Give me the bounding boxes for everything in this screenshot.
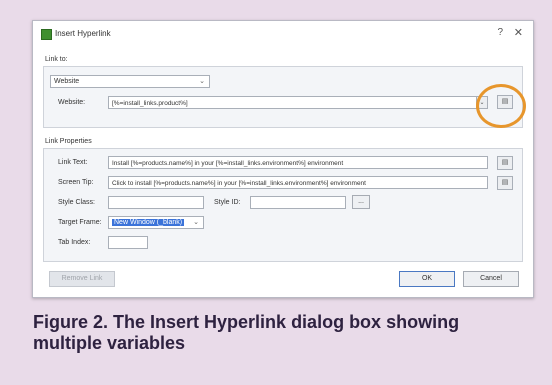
- link-type-select[interactable]: Website ⌄: [50, 75, 210, 88]
- link-type-value: Website: [54, 78, 80, 85]
- tab-index-label: Tab Index:: [58, 239, 91, 246]
- dialog-titlebar: Insert Hyperlink ? ✕: [33, 21, 533, 47]
- website-input[interactable]: [%=install_links.product%]: [108, 96, 488, 109]
- link-text-variable-icon[interactable]: ▤: [497, 156, 513, 170]
- screen-tip-label: Screen Tip:: [58, 179, 94, 186]
- link-properties-group-label: Link Properties: [45, 138, 92, 145]
- link-properties-group: Link Text: Install [%=products.name%] in…: [43, 148, 523, 262]
- close-button[interactable]: ✕: [514, 26, 523, 39]
- chevron-down-icon: ⌄: [199, 78, 205, 85]
- tab-index-input[interactable]: [108, 236, 148, 249]
- target-frame-select[interactable]: New Window (_blank) ⌄: [108, 216, 204, 229]
- highlight-circle: [476, 84, 526, 128]
- screen-tip-variable-icon[interactable]: ▤: [497, 176, 513, 190]
- style-class-input[interactable]: [108, 196, 204, 209]
- help-button[interactable]: ?: [497, 27, 503, 38]
- target-frame-label: Target Frame:: [58, 219, 102, 226]
- style-id-input[interactable]: [250, 196, 346, 209]
- remove-link-button[interactable]: Remove Link: [49, 271, 115, 287]
- website-label: Website:: [58, 99, 86, 106]
- app-icon: [41, 29, 52, 40]
- cancel-button[interactable]: Cancel: [463, 271, 519, 287]
- dialog-title: Insert Hyperlink: [55, 29, 111, 38]
- figure-caption: Figure 2. The Insert Hyperlink dialog bo…: [33, 312, 460, 353]
- insert-hyperlink-dialog: Insert Hyperlink ? ✕ Link to: Website ⌄ …: [32, 20, 534, 298]
- link-text-label: Link Text:: [58, 159, 88, 166]
- screen-tip-input[interactable]: Click to install [%=products.name%] in y…: [108, 176, 488, 189]
- chevron-down-icon: ⌄: [193, 219, 199, 226]
- ok-button[interactable]: OK: [399, 271, 455, 287]
- target-frame-value: New Window (_blank): [112, 219, 185, 226]
- link-to-group-label: Link to:: [45, 56, 68, 63]
- link-text-input[interactable]: Install [%=products.name%] in your [%=in…: [108, 156, 488, 169]
- style-id-label: Style ID:: [214, 199, 241, 206]
- style-class-label: Style Class:: [58, 199, 95, 206]
- link-to-group: Website ⌄ Website: [%=install_links.prod…: [43, 66, 523, 128]
- style-browse-button[interactable]: ...: [352, 195, 370, 209]
